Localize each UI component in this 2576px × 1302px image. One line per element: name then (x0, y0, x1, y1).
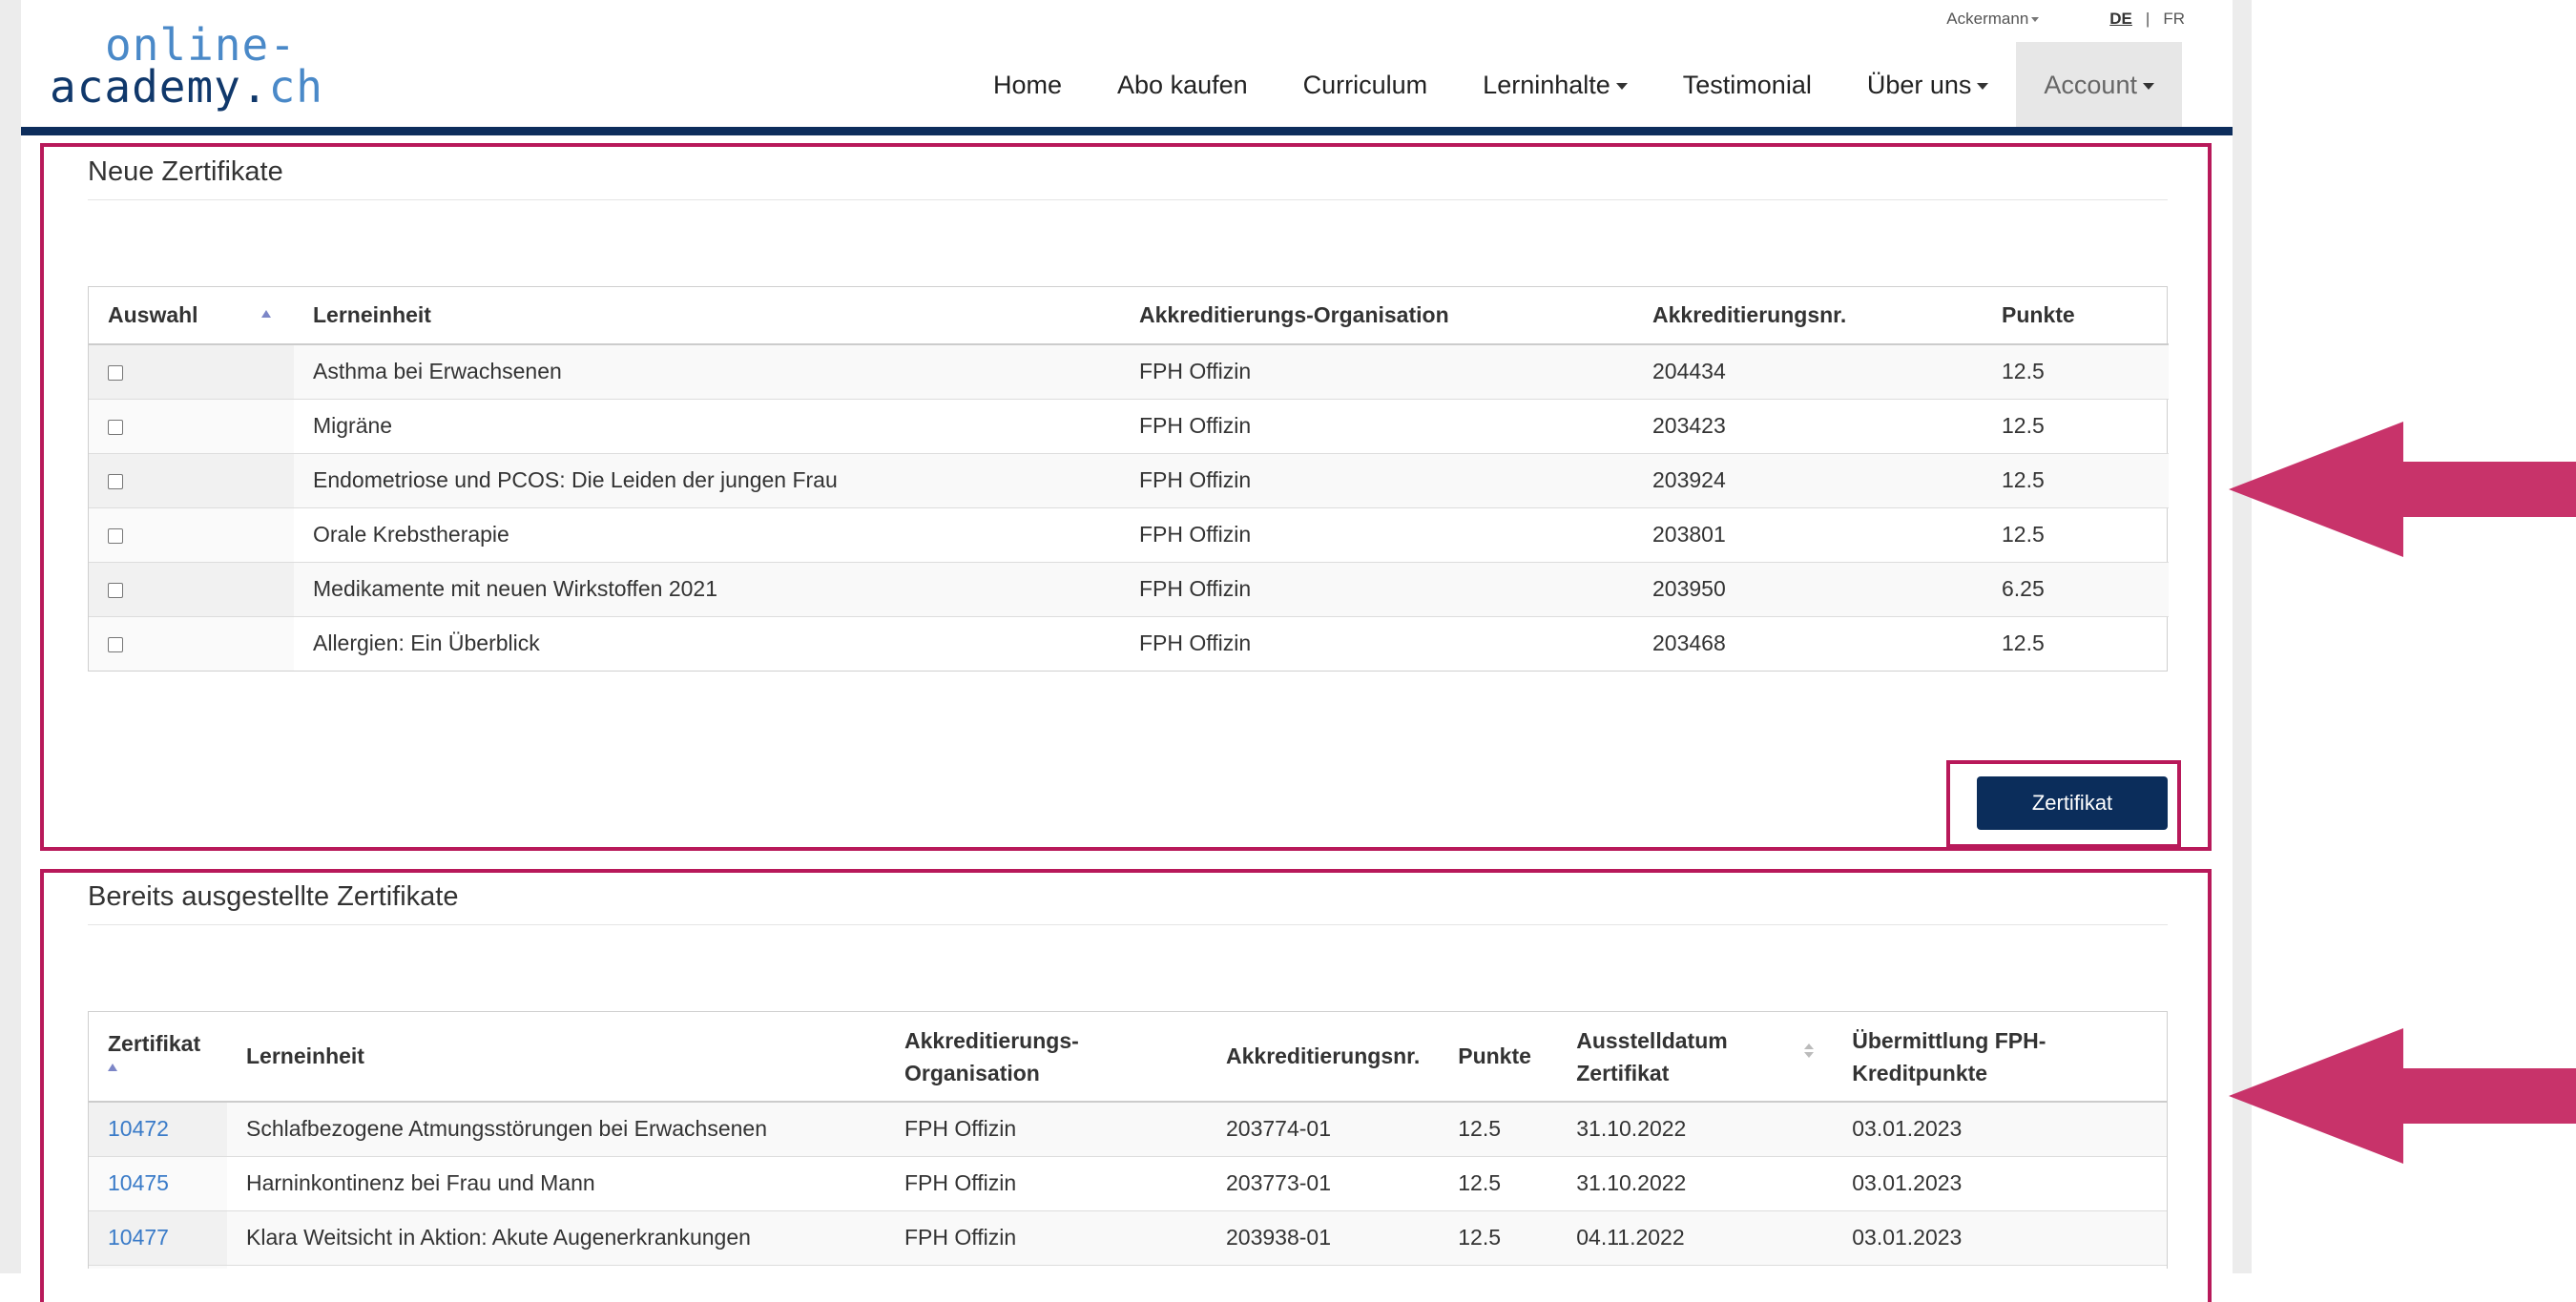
nav-testimonial-label: Testimonial (1682, 71, 1812, 99)
logo-line2-main: academy (50, 61, 241, 113)
logo[interactable]: online- academy.ch (50, 11, 336, 113)
nav-home-label: Home (993, 71, 1063, 99)
nav-account[interactable]: Account (2016, 42, 2182, 128)
nav-account-label: Account (2044, 71, 2137, 99)
main-nav: Home Abo kaufen Curriculum Lerninhalte T… (966, 42, 2182, 128)
nav-ueber-uns-label: Über uns (1866, 71, 1972, 99)
highlight-issued-certificates (40, 869, 2212, 1302)
lang-fr-link[interactable]: FR (2163, 10, 2185, 29)
nav-abo-kaufen[interactable]: Abo kaufen (1090, 42, 1276, 128)
logo-line2-ch: ch (268, 61, 323, 113)
nav-home[interactable]: Home (966, 42, 1090, 128)
nav-testimonial[interactable]: Testimonial (1655, 42, 1839, 128)
user-name: Ackermann (1946, 10, 2029, 28)
nav-abo-label: Abo kaufen (1117, 71, 1248, 99)
top-bar: Ackermann DE | FR (1946, 10, 2185, 29)
nav-curriculum-label: Curriculum (1302, 71, 1428, 99)
chevron-down-icon (1615, 83, 1628, 91)
chevron-down-icon (2031, 17, 2040, 23)
logo-line2: academy.ch (50, 61, 323, 113)
lang-de-link[interactable]: DE (2109, 10, 2132, 29)
nav-ueber-uns[interactable]: Über uns (1839, 42, 2017, 128)
nav-lerninhalte-label: Lerninhalte (1483, 71, 1610, 99)
nav-lerninhalte[interactable]: Lerninhalte (1455, 42, 1655, 128)
chevron-down-icon (1977, 83, 1989, 91)
chevron-down-icon (2142, 83, 2154, 91)
header-divider (21, 127, 2233, 135)
arrow-left-icon (2229, 422, 2576, 557)
user-menu[interactable]: Ackermann (1946, 10, 2040, 29)
arrow-left-icon (2229, 1028, 2576, 1164)
highlight-zertifikat-button (1946, 760, 2181, 848)
lang-separator: | (2145, 10, 2150, 28)
nav-curriculum[interactable]: Curriculum (1276, 42, 1456, 128)
site-header: online- academy.ch Ackermann DE | FR Hom… (21, 0, 2233, 135)
highlight-new-certificates (40, 143, 2212, 851)
logo-line2-dot: . (240, 61, 269, 113)
